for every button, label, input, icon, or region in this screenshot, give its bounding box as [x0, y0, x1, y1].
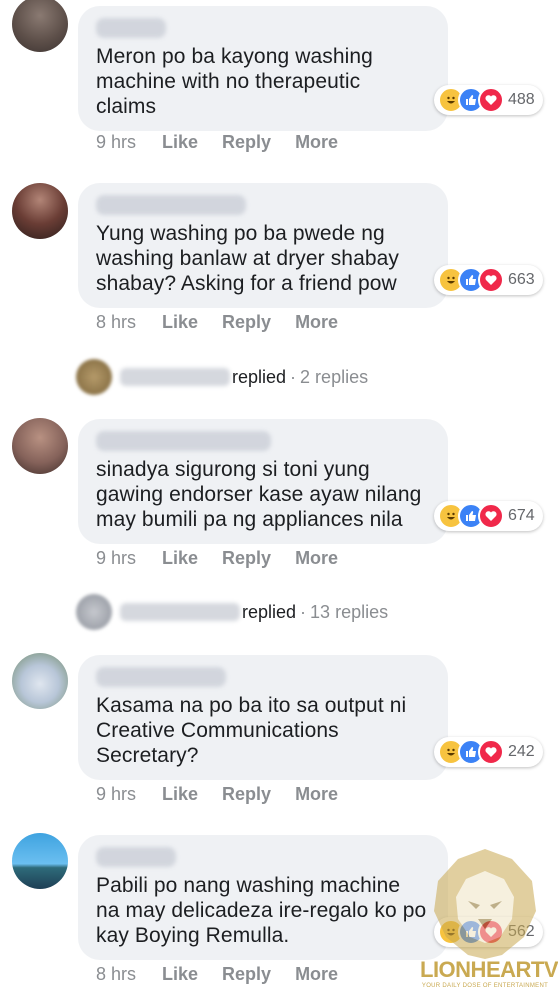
view-replies-link[interactable]: replied · 13 replies — [76, 594, 388, 630]
reaction-count: 674 — [508, 507, 535, 524]
reactions-summary[interactable]: 242 — [434, 737, 543, 767]
comment-actions: 9 hrs Like Reply More — [96, 132, 362, 153]
avatar[interactable] — [12, 833, 68, 889]
like-button[interactable]: Like — [162, 132, 198, 153]
reply-button[interactable]: Reply — [222, 132, 271, 153]
like-button[interactable]: Like — [162, 312, 198, 333]
avatar[interactable] — [12, 0, 68, 52]
love-icon — [478, 503, 504, 529]
replied-label: replied — [232, 366, 287, 387]
lion-logo-icon — [434, 849, 536, 959]
lionheartv-watermark: LIONHEARTV YOUR DAILY DOSE OF ENTERTAINM… — [420, 845, 558, 995]
reply-author-name — [120, 603, 240, 621]
separator-dot: · — [290, 366, 297, 387]
like-button[interactable]: Like — [162, 784, 198, 805]
timestamp[interactable]: 9 hrs — [96, 132, 162, 153]
reaction-count: 488 — [508, 91, 535, 108]
reply-count: 2 replies — [300, 366, 369, 387]
comment-actions: 8 hrs Like Reply More — [96, 964, 362, 985]
reactions-summary[interactable]: 488 — [434, 85, 543, 115]
comment-bubble: Kasama na po ba ito sa output ni Creativ… — [78, 655, 448, 780]
commenter-name[interactable] — [96, 847, 176, 867]
reply-button[interactable]: Reply — [222, 312, 271, 333]
comment-bubble: Meron po ba kayong washing machine with … — [78, 6, 448, 131]
avatar[interactable] — [12, 653, 68, 709]
reply-button[interactable]: Reply — [222, 548, 271, 569]
reply-avatar — [76, 594, 112, 630]
timestamp[interactable]: 8 hrs — [96, 964, 162, 985]
view-replies-link[interactable]: replied · 2 replies — [76, 359, 368, 395]
reaction-count: 663 — [508, 271, 535, 288]
love-icon — [478, 267, 504, 293]
separator-dot: · — [300, 601, 307, 622]
reactions-summary[interactable]: 663 — [434, 265, 543, 295]
comment-bubble: Pabili po nang washing machine na may de… — [78, 835, 448, 960]
watermark-tagline: YOUR DAILY DOSE OF ENTERTAINMENT — [421, 983, 549, 989]
comment-text: sinadya sigurong si toni yung gawing end… — [96, 458, 422, 531]
reply-avatar — [76, 359, 112, 395]
more-button[interactable]: More — [295, 548, 338, 569]
reply-button[interactable]: Reply — [222, 784, 271, 805]
commenter-name[interactable] — [96, 18, 166, 38]
commenter-name[interactable] — [96, 667, 226, 687]
commenter-name[interactable] — [96, 431, 271, 451]
timestamp[interactable]: 9 hrs — [96, 784, 162, 805]
comment-text: Kasama na po ba ito sa output ni Creativ… — [96, 694, 407, 767]
replied-label: replied — [242, 601, 297, 622]
comment-text: Meron po ba kayong washing machine with … — [96, 45, 373, 118]
like-button[interactable]: Like — [162, 964, 198, 985]
reply-author-name — [120, 368, 230, 386]
more-button[interactable]: More — [295, 784, 338, 805]
comment-text: Yung washing po ba pwede ng washing banl… — [96, 222, 400, 295]
timestamp[interactable]: 8 hrs — [96, 312, 162, 333]
love-icon — [478, 87, 504, 113]
reaction-count: 242 — [508, 743, 535, 760]
reply-count: 13 replies — [310, 601, 389, 622]
comment-actions: 9 hrs Like Reply More — [96, 784, 362, 805]
watermark-brand: LIONHEARTV — [420, 957, 558, 982]
more-button[interactable]: More — [295, 312, 338, 333]
commenter-name[interactable] — [96, 195, 246, 215]
avatar[interactable] — [12, 183, 68, 239]
timestamp[interactable]: 9 hrs — [96, 548, 162, 569]
love-icon — [478, 739, 504, 765]
like-button[interactable]: Like — [162, 548, 198, 569]
comment-text: Pabili po nang washing machine na may de… — [96, 874, 427, 947]
reactions-summary[interactable]: 674 — [434, 501, 543, 531]
comment-actions: 9 hrs Like Reply More — [96, 548, 362, 569]
comment-bubble: Yung washing po ba pwede ng washing banl… — [78, 183, 448, 308]
comment-bubble: sinadya sigurong si toni yung gawing end… — [78, 419, 448, 544]
comment-actions: 8 hrs Like Reply More — [96, 312, 362, 333]
avatar[interactable] — [12, 418, 68, 474]
reply-button[interactable]: Reply — [222, 964, 271, 985]
more-button[interactable]: More — [295, 964, 338, 985]
more-button[interactable]: More — [295, 132, 338, 153]
